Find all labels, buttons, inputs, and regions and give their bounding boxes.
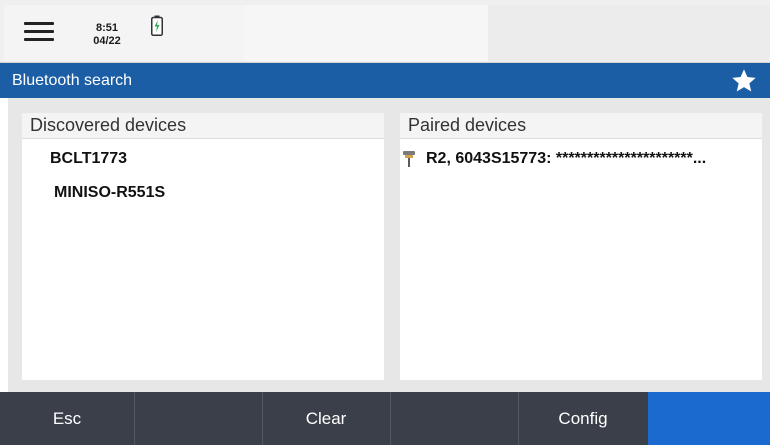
page-title: Bluetooth search: [12, 72, 133, 89]
discovered-devices-header: Discovered devices: [22, 113, 384, 139]
content-area: Discovered devices BCLT1773 MINISO-R551S…: [8, 98, 770, 392]
clock: 8:51 04/22: [82, 22, 132, 48]
bottom-toolbar: Esc Clear Config: [0, 392, 770, 445]
paired-devices-header: Paired devices: [400, 113, 762, 139]
date-label: 04/22: [93, 35, 121, 47]
status-bar: 8:51 04/22: [0, 0, 770, 63]
status-slot-1: [244, 5, 489, 61]
time-label: 8:51: [95, 22, 119, 34]
toolbar-button-2[interactable]: [134, 392, 263, 445]
star-icon[interactable]: [730, 67, 758, 95]
config-button[interactable]: Config: [518, 392, 649, 445]
menu-icon[interactable]: [24, 22, 54, 42]
paired-device-label: R2, 6043S15773: **********************..…: [426, 150, 707, 167]
clear-button[interactable]: Clear: [262, 392, 391, 445]
paired-devices-panel: Paired devices R2, 6043S15773: *********…: [400, 113, 762, 380]
battery-charging-icon[interactable]: [151, 15, 163, 36]
toolbar-button-4[interactable]: [390, 392, 519, 445]
paired-device-item[interactable]: R2, 6043S15773: **********************..…: [402, 148, 762, 170]
discovered-devices-panel: Discovered devices BCLT1773 MINISO-R551S: [22, 113, 384, 380]
discovered-device-item[interactable]: MINISO-R551S: [54, 184, 165, 202]
esc-button[interactable]: Esc: [0, 392, 135, 445]
toolbar-button-6[interactable]: [648, 392, 770, 445]
gnss-receiver-icon: [403, 151, 415, 167]
discovered-device-item[interactable]: BCLT1773: [50, 150, 127, 168]
title-bar: Bluetooth search: [0, 63, 770, 98]
status-slot-2: [488, 5, 770, 61]
